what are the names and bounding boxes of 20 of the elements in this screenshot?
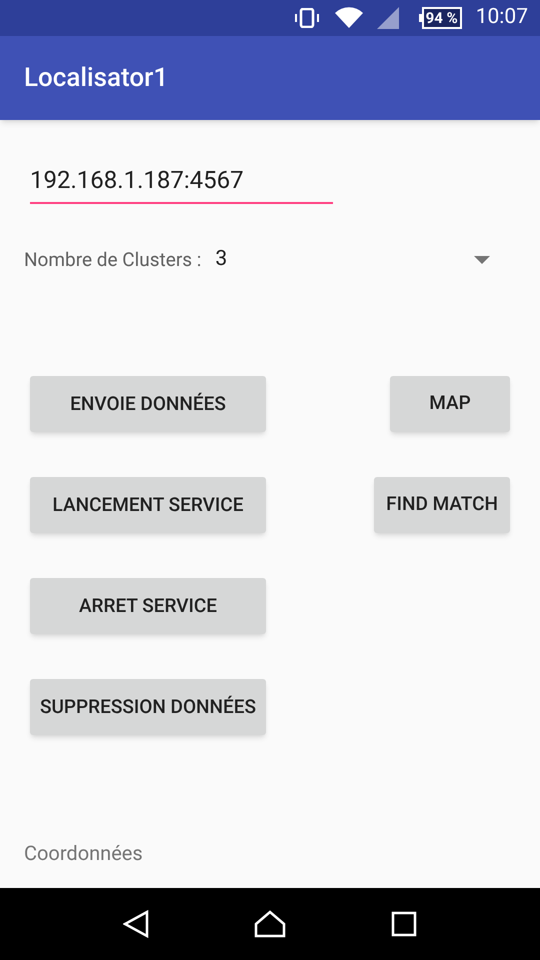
signal-icon (376, 7, 399, 29)
address-field[interactable]: 192.168.1.187:4567 (30, 162, 333, 204)
action-button[interactable]: ARRET SERVICE (30, 578, 266, 634)
overview-icon[interactable] (391, 911, 418, 937)
app-title: Localisator1 (24, 62, 168, 94)
clock: 10:07 (476, 4, 528, 32)
wifi-icon (334, 7, 363, 29)
action-button[interactable]: MAP (390, 376, 510, 432)
action-button[interactable]: ENVOIE DONNÉES (30, 376, 266, 432)
home-icon[interactable] (254, 910, 286, 938)
action-button[interactable]: LANCEMENT SERVICE (30, 476, 266, 532)
battery-indicator: 94 % (422, 7, 462, 29)
clusters-dropdown[interactable]: 3 (215, 244, 516, 276)
vibrate-icon (292, 8, 321, 28)
back-icon[interactable] (122, 910, 149, 938)
clusters-label: Nombre de Clusters : (24, 246, 202, 272)
action-button[interactable]: FIND MATCH (374, 476, 510, 532)
dropdown-arrow-icon (474, 256, 490, 264)
coordinates-label: Coordonnées (24, 840, 143, 867)
action-button[interactable]: SUPPRESSION DONNÉES (30, 678, 266, 734)
